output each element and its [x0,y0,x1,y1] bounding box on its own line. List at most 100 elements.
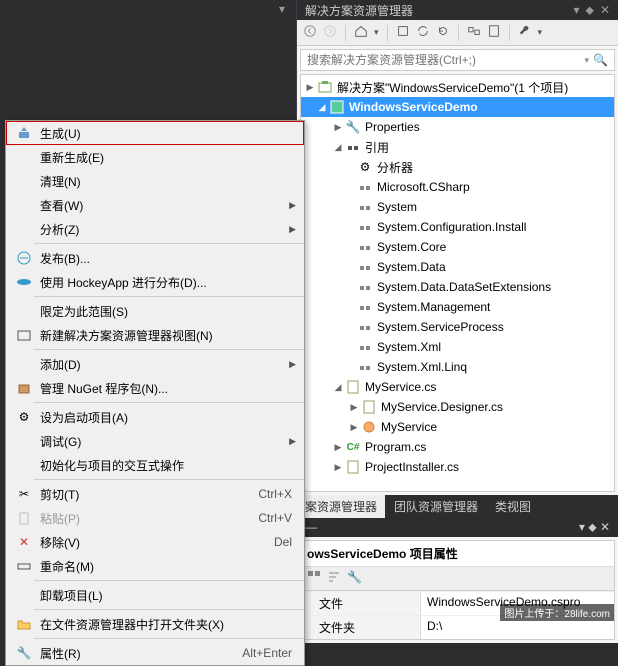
file-node[interactable]: ▶ProjectInstaller.cs [301,457,614,477]
panel-bottom-tabs: 案资源管理器 团队资源管理器 类视图 [297,495,618,517]
ctx-debug[interactable]: 调试(G)▶ [6,429,304,453]
wrench-icon[interactable]: 🔧 [347,570,362,587]
ctx-startup[interactable]: ⚙设为启动项目(A) [6,405,304,429]
tab-team-explorer[interactable]: 团队资源管理器 [386,495,486,518]
ctx-cut[interactable]: ✂剪切(T)Ctrl+X [6,482,304,506]
dd2-icon[interactable]: ▾ [538,27,543,38]
refresh-icon[interactable] [436,24,450,41]
solution-node[interactable]: ▶ 解决方案"WindowsServiceDemo"(1 个项目) [301,77,614,97]
class-icon [361,419,377,435]
ref-icon [357,359,373,375]
ref-node[interactable]: System.Data.DataSetExtensions [301,277,614,297]
search-dd-icon[interactable]: ▾ [585,55,590,66]
back-icon[interactable] [303,24,317,41]
collapse-icon[interactable] [396,24,410,41]
analyzer-node[interactable]: ⚙分析器 [301,157,614,177]
show-all-icon[interactable] [467,24,481,41]
ctx-remove[interactable]: ✕移除(V)Del [6,530,304,554]
ref-node[interactable]: System.Configuration.Install [301,217,614,237]
tab-solution-explorer[interactable]: 案资源管理器 [297,495,385,518]
dropdown-icon[interactable]: ▾ [574,3,580,18]
ctx-unload[interactable]: 卸载项目(L) [6,583,304,607]
project-label: WindowsServiceDemo [347,100,478,114]
ctx-rebuild[interactable]: 重新生成(E) [6,145,304,169]
ref-node[interactable]: System.ServiceProcess [301,317,614,337]
file-node[interactable]: ▶MyService.Designer.cs [301,397,614,417]
properties-node[interactable]: ▶🔧Properties [301,117,614,137]
separator [34,296,304,297]
ref-node[interactable]: Microsoft.CSharp [301,177,614,197]
ctx-interactive[interactable]: 初始化与项目的交互式操作 [6,453,304,477]
ref-node[interactable]: System [301,197,614,217]
ref-node[interactable]: System.Xml [301,337,614,357]
analyzer-icon: ⚙ [357,159,373,175]
ctx-rename[interactable]: 重命名(M) [6,554,304,578]
ctx-open-folder[interactable]: 在文件资源管理器中打开文件夹(X) [6,612,304,636]
ctx-paste: 粘贴(P)Ctrl+V [6,506,304,530]
ctx-view[interactable]: 查看(W)▶ [6,193,304,217]
solution-icon [317,79,333,95]
ctx-properties[interactable]: 🔧属性(R)Alt+Enter [6,641,304,665]
submenu-icon: ▶ [289,224,296,235]
ref-node[interactable]: System.Core [301,237,614,257]
publish-icon [14,251,34,265]
file-node[interactable]: ◢MyService.cs [301,377,614,397]
categorize-icon[interactable] [307,570,321,587]
paste-icon [14,511,34,525]
search-input[interactable] [307,53,585,67]
ref-icon [357,319,373,335]
ref-icon [357,339,373,355]
forward-icon[interactable] [323,24,337,41]
sort-icon[interactable] [327,570,341,587]
references-node[interactable]: ◢引用 [301,137,614,157]
pin-icon[interactable]: ⬥ [586,3,594,18]
separator [34,609,304,610]
cs-icon: C# [345,439,361,455]
properties-toolbar: 🔧 [301,567,614,591]
close-icon[interactable]: ✕ [600,3,610,18]
search-icon[interactable]: 🔍 [593,53,608,67]
dropdown-icon[interactable]: ▾ [579,520,585,534]
separator [34,349,304,350]
properties-titlebar: — ▾ ⬥ ✕ [297,517,618,537]
ctx-scope[interactable]: 限定为此范围(S) [6,299,304,323]
ctx-add[interactable]: 添加(D)▶ [6,352,304,376]
file-node[interactable]: ▶C#Program.cs [301,437,614,457]
watermark: 图片上传于：28life.com [500,604,614,621]
dash: — [305,520,317,534]
ctx-build[interactable]: 生成(U) [6,121,304,145]
solution-tree[interactable]: ▶ 解决方案"WindowsServiceDemo"(1 个项目) ◢ Wind… [300,74,615,492]
ref-node[interactable]: System.Data [301,257,614,277]
nuget-icon [14,381,34,395]
search-box[interactable]: ▾ 🔍 [300,49,615,71]
class-node[interactable]: ▶MyService [301,417,614,437]
editor-dropdown-icon[interactable]: ▾ [279,2,285,16]
ctx-analyze[interactable]: 分析(Z)▶ [6,217,304,241]
panel-toolbar: ▾ ▾ [297,20,618,46]
rename-icon [14,559,34,573]
cs-icon [345,459,361,475]
wrench-icon[interactable] [518,24,532,41]
separator [34,479,304,480]
home-icon[interactable] [354,24,368,41]
dd-icon[interactable]: ▾ [374,27,379,38]
submenu-icon: ▶ [289,200,296,211]
pin-icon[interactable]: ⬥ [588,520,596,534]
close-icon[interactable]: ✕ [600,520,610,534]
project-node[interactable]: ◢ WindowsServiceDemo [301,97,614,117]
editor-area: ▾ [0,0,295,20]
ref-node[interactable]: System.Xml.Linq [301,357,614,377]
ctx-new-view[interactable]: 新建解决方案资源管理器视图(N) [6,323,304,347]
separator [34,402,304,403]
ctx-nuget[interactable]: 管理 NuGet 程序包(N)... [6,376,304,400]
sync-icon[interactable] [416,24,430,41]
ref-icon [357,279,373,295]
ctx-publish[interactable]: 发布(B)... [6,246,304,270]
solution-label: 解决方案"WindowsServiceDemo"(1 个项目) [335,79,568,96]
ref-node[interactable]: System.Management [301,297,614,317]
tab-class-view[interactable]: 类视图 [487,495,539,518]
properties-icon[interactable] [487,24,501,41]
ctx-hockeyapp[interactable]: 使用 HockeyApp 进行分布(D)... [6,270,304,294]
ctx-clean[interactable]: 清理(N) [6,169,304,193]
gear-icon: ⚙ [14,410,34,424]
